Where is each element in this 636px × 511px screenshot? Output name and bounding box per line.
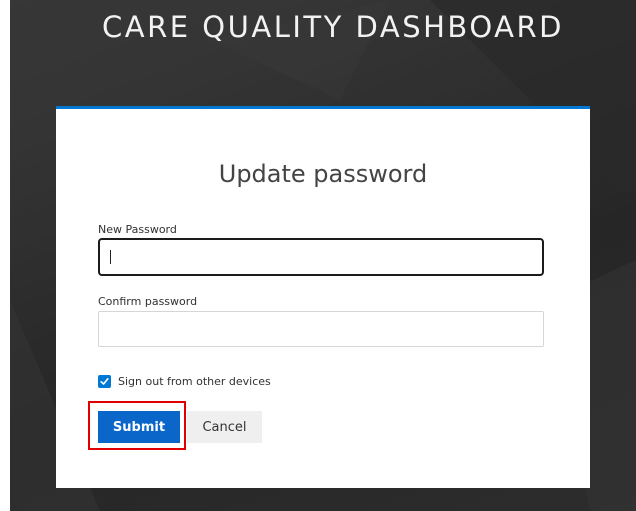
submit-button[interactable]: Submit: [98, 411, 180, 443]
checkmark-icon: [100, 377, 109, 385]
confirm-password-input[interactable]: [98, 311, 544, 347]
new-password-label: New Password: [98, 223, 177, 236]
dialog-heading: Update password: [218, 160, 428, 188]
text-caret: [110, 250, 111, 264]
update-password-dialog: Update password New Password Confirm pas…: [56, 106, 590, 488]
app-title: CARE QUALITY DASHBOARD: [102, 10, 564, 44]
new-password-input[interactable]: [98, 238, 544, 276]
confirm-password-label: Confirm password: [98, 295, 198, 308]
cancel-button[interactable]: Cancel: [187, 411, 262, 443]
sign-out-checkbox[interactable]: [98, 374, 111, 388]
sign-out-option[interactable]: Sign out from other devices: [98, 373, 271, 389]
sign-out-checkbox-label: Sign out from other devices: [118, 374, 271, 388]
